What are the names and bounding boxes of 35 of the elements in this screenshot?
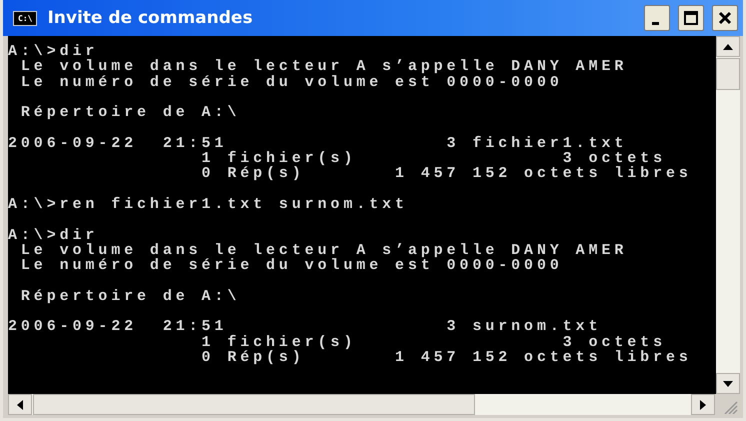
left-arrow-icon — [17, 400, 23, 410]
console-line: A:\>dir — [8, 44, 98, 60]
console-line: 0 Rép(s) 1 457 152 octets libres — [200, 166, 693, 182]
up-arrow-icon — [723, 44, 733, 50]
minimize-icon — [652, 22, 659, 24]
window-title: Invite de commandes — [47, 8, 253, 28]
right-arrow-icon — [700, 400, 706, 410]
horizontal-scrollbar[interactable] — [8, 394, 715, 415]
console-line: Répertoire de A:\ — [20, 105, 242, 120]
maximize-button[interactable] — [678, 5, 704, 31]
scroll-left-button[interactable] — [8, 394, 32, 415]
scroll-up-button[interactable] — [716, 36, 740, 57]
console-line: 2006-09-22 21:51 3 surnom.txt — [8, 319, 602, 335]
console-line: 1 fichier(s) 3 octets — [200, 151, 666, 166]
scroll-right-button[interactable] — [691, 394, 715, 415]
console-line: Le volume dans le lecteur A s’appelle DANY AMER — [20, 242, 628, 258]
console-line: 2006-09-22 21:51 3 fichier1.txt — [8, 136, 628, 152]
console-line: Répertoire de A:\ — [20, 288, 242, 304]
close-button[interactable] — [712, 5, 738, 31]
minimize-button[interactable] — [644, 5, 670, 31]
console-line: A:\>dir — [8, 228, 98, 243]
close-icon — [718, 11, 732, 25]
console-line: Le volume dans le lecteur A s’appelle DANY AMER — [20, 59, 628, 75]
console-line: 1 fichier(s) 3 octets — [200, 334, 666, 350]
scroll-thumb[interactable] — [716, 58, 740, 90]
maximize-icon — [683, 10, 699, 26]
console-line: Le numéro de série du volume est 0000-0000 — [20, 258, 564, 274]
console-line: A:\>ren fichier1.txt surnom.txt — [8, 196, 409, 212]
scroll-down-button[interactable] — [716, 373, 740, 394]
scroll-thumb[interactable] — [33, 394, 475, 415]
console-line: 0 Rép(s) 1 457 152 octets libres — [200, 350, 693, 366]
vertical-scrollbar[interactable] — [716, 36, 740, 394]
console-icon: C:\ — [13, 10, 38, 26]
down-arrow-icon — [723, 380, 733, 386]
console-line: Le numéro de série du volume est 0000-0000 — [20, 74, 564, 90]
